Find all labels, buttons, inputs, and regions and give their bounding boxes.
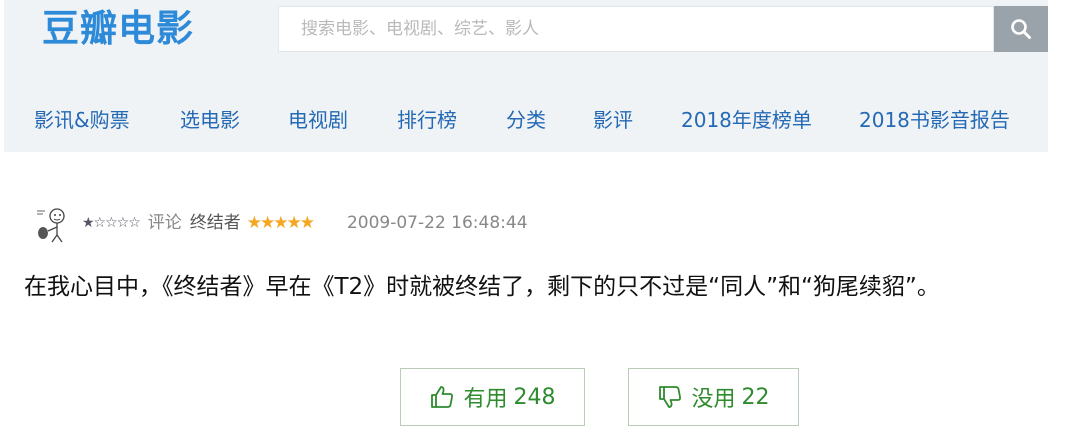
site-logo[interactable]: 豆瓣电影 bbox=[42, 6, 194, 52]
review-label: 评论 bbox=[147, 213, 182, 233]
movie-link[interactable]: 终结者 bbox=[190, 206, 241, 240]
thumbs-down-icon bbox=[659, 386, 682, 408]
useless-count: 22 bbox=[741, 384, 770, 410]
nav-item-select-movie[interactable]: 选电影 bbox=[180, 98, 240, 142]
search-input[interactable] bbox=[278, 6, 994, 52]
nav-item-category[interactable]: 分类 bbox=[506, 98, 546, 142]
nav-item-2018-list[interactable]: 2018年度榜单 bbox=[681, 98, 812, 142]
main-nav: 影讯&购票 选电影 电视剧 排行榜 分类 影评 2018年度榜单 2018书影音… bbox=[4, 98, 1048, 142]
useless-button[interactable]: 没用 22 bbox=[628, 368, 799, 426]
nav-item-2018-report[interactable]: 2018书影音报告 bbox=[859, 98, 1010, 142]
useful-button[interactable]: 有用 248 bbox=[400, 368, 585, 426]
thumbs-up-icon bbox=[431, 386, 454, 408]
useful-count: 248 bbox=[513, 384, 556, 410]
useful-label: 有用 bbox=[463, 387, 508, 412]
review-content: 在我心目中，《终结者》早在《T2》时就被终结了，剩下的只不过是“同人”和“狗尾续… bbox=[24, 274, 940, 300]
review-timestamp: 2009-07-22 16:48:44 bbox=[346, 213, 528, 233]
useless-label: 没用 bbox=[691, 387, 736, 412]
nav-item-charts[interactable]: 排行榜 bbox=[397, 98, 457, 142]
movie-rating-stars: ★★★★★ bbox=[246, 213, 315, 233]
nav-item-showtimes[interactable]: 影讯&购票 bbox=[34, 98, 130, 142]
user-rating-stars: ★☆☆☆☆ bbox=[82, 215, 141, 231]
nav-item-tv[interactable]: 电视剧 bbox=[288, 98, 348, 142]
review-item: ★☆☆☆☆ 评论 终结者 ★★★★★ 2009-07-22 16:48:44 在… bbox=[0, 190, 1080, 444]
review-meta: ★☆☆☆☆ 评论 终结者 ★★★★★ 2009-07-22 16:48:44 bbox=[82, 206, 528, 240]
avatar[interactable] bbox=[33, 205, 71, 243]
nav-item-reviews[interactable]: 影评 bbox=[593, 98, 633, 142]
search-button[interactable] bbox=[994, 6, 1048, 52]
site-header: 豆瓣电影 影讯&购票 选电影 电视剧 排行榜 分类 影评 2018年度榜单 20… bbox=[4, 0, 1048, 152]
search-icon bbox=[1011, 19, 1031, 39]
